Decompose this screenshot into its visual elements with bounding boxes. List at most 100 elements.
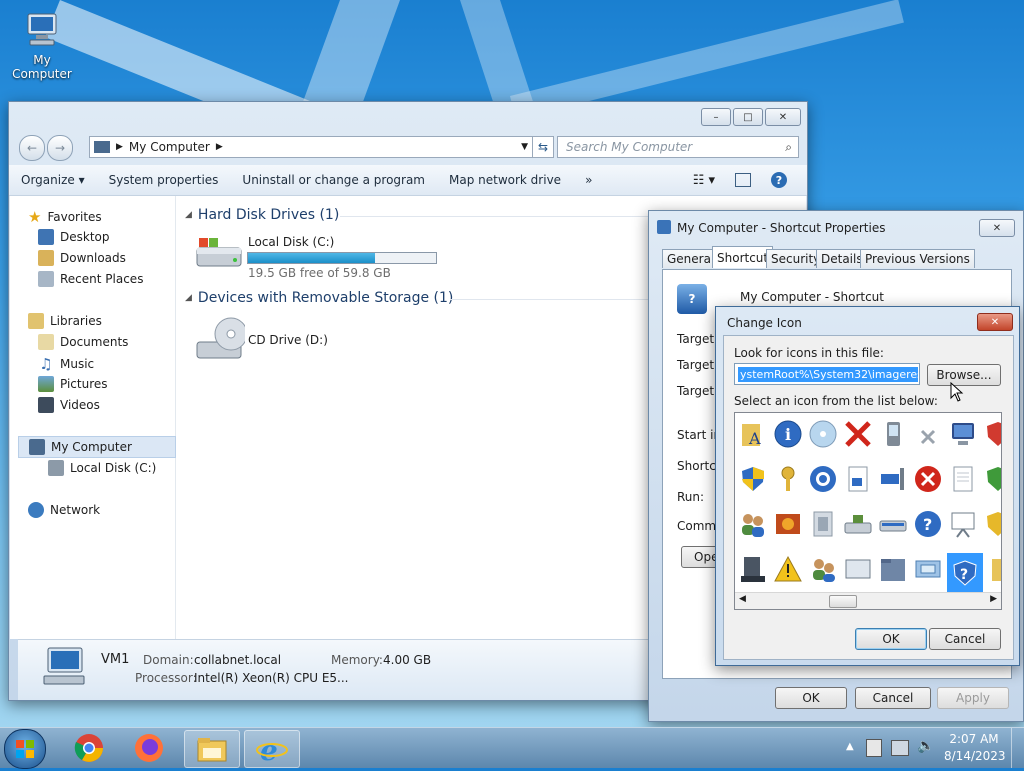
apply-button[interactable]: Apply bbox=[937, 687, 1009, 709]
map-network-drive-button[interactable]: Map network drive bbox=[437, 173, 573, 187]
users-icon[interactable] bbox=[737, 508, 769, 540]
taskbar-explorer[interactable] bbox=[184, 730, 240, 768]
preview-pane-icon[interactable] bbox=[735, 173, 751, 187]
taskbar-ie[interactable]: e bbox=[244, 730, 300, 768]
help-icon[interactable]: ? bbox=[912, 508, 944, 540]
gray-x-icon[interactable] bbox=[912, 418, 944, 450]
cancel-button[interactable]: Cancel bbox=[929, 628, 1001, 650]
ok-button[interactable]: OK bbox=[775, 687, 847, 709]
volume-icon[interactable]: 🔈 bbox=[917, 738, 934, 754]
address-path[interactable]: My Computer bbox=[129, 140, 210, 154]
taskbar-chrome[interactable] bbox=[62, 730, 116, 766]
scanner-icon[interactable] bbox=[877, 508, 909, 540]
warning-icon[interactable] bbox=[772, 553, 804, 585]
nav-network[interactable]: Network bbox=[28, 502, 100, 518]
dvd-icon[interactable] bbox=[807, 418, 839, 450]
tab-general[interactable]: General bbox=[662, 249, 720, 268]
network-tray-icon[interactable] bbox=[891, 740, 909, 756]
shield-icon[interactable] bbox=[982, 418, 1001, 450]
cancel-button[interactable]: Cancel bbox=[855, 687, 931, 709]
views-icon[interactable]: ☷ ▾ bbox=[693, 173, 715, 188]
forward-button[interactable]: → bbox=[47, 135, 73, 161]
browse-button[interactable]: Browse... bbox=[927, 364, 1001, 386]
ok-button[interactable]: OK bbox=[855, 628, 927, 650]
group-removable-storage[interactable]: ◢ Devices with Removable Storage (1) bbox=[185, 290, 453, 306]
action-center-icon[interactable] bbox=[866, 739, 882, 757]
error-icon[interactable] bbox=[912, 463, 944, 495]
close-button[interactable]: ✕ bbox=[979, 219, 1015, 237]
red-x-icon[interactable] bbox=[842, 418, 874, 450]
dropdown-arrow-icon[interactable]: ▼ bbox=[521, 142, 528, 152]
folder-icon[interactable] bbox=[877, 553, 909, 585]
uac-shield-icon[interactable] bbox=[737, 463, 769, 495]
search-input[interactable]: Search My Computer ⌕ bbox=[557, 136, 799, 158]
minimize-button[interactable]: – bbox=[701, 108, 731, 126]
font-folder-icon[interactable]: A bbox=[737, 418, 769, 450]
desktop-icon-my-computer[interactable]: My Computer bbox=[2, 10, 82, 81]
nav-favorites[interactable]: ★ Favorites bbox=[28, 208, 102, 226]
cd-drive-name[interactable]: CD Drive (D:) bbox=[248, 333, 328, 347]
icon-file-input[interactable]: ystemRoot%\System32\imageres.dll bbox=[734, 363, 920, 385]
nav-local-disk[interactable]: Local Disk (C:) bbox=[48, 460, 156, 476]
user-accounts-icon[interactable] bbox=[807, 553, 839, 585]
horizontal-scrollbar[interactable]: ◀ ▶ bbox=[735, 592, 1001, 609]
system-properties-button[interactable]: System properties bbox=[97, 173, 231, 187]
folder-partial-icon[interactable] bbox=[988, 553, 1001, 585]
tab-previous-versions[interactable]: Previous Versions bbox=[860, 249, 975, 268]
green-shield-icon[interactable] bbox=[982, 463, 1001, 495]
maximize-button[interactable]: □ bbox=[733, 108, 763, 126]
monitor-icon[interactable] bbox=[947, 418, 979, 450]
tab-shortcut[interactable]: Shortcut bbox=[712, 246, 774, 268]
display-icon[interactable] bbox=[912, 553, 944, 585]
scroll-left-icon[interactable]: ◀ bbox=[739, 594, 746, 604]
key-icon[interactable] bbox=[772, 463, 804, 495]
uninstall-program-button[interactable]: Uninstall or change a program bbox=[230, 173, 437, 187]
drive-c-name[interactable]: Local Disk (C:) bbox=[248, 235, 334, 249]
close-button[interactable]: ✕ bbox=[765, 108, 801, 126]
network-adapter-icon[interactable] bbox=[877, 463, 909, 495]
blank-page-icon[interactable] bbox=[947, 463, 979, 495]
collapse-icon[interactable]: ◢ bbox=[185, 210, 192, 220]
network-globe-icon[interactable] bbox=[807, 463, 839, 495]
icon-list[interactable]: A i ? ? ◀ ▶ bbox=[734, 412, 1002, 610]
taskbar-firefox[interactable] bbox=[122, 730, 176, 766]
address-bar[interactable]: ▶ My Computer ▶ ▼ bbox=[89, 136, 533, 158]
nav-pictures[interactable]: Pictures bbox=[38, 376, 108, 392]
scroll-right-icon[interactable]: ▶ bbox=[990, 594, 997, 604]
scrollbar-thumb[interactable] bbox=[829, 595, 857, 608]
more-commands-button[interactable]: » bbox=[573, 173, 604, 187]
presentation-icon[interactable] bbox=[947, 508, 979, 540]
clock[interactable]: 2:07 AM 8/14/2023 bbox=[944, 731, 1006, 765]
nav-music[interactable]: ♫ Music bbox=[38, 355, 94, 373]
library-icon[interactable] bbox=[807, 508, 839, 540]
selected-shield-help-icon[interactable]: ? bbox=[947, 553, 983, 593]
organize-menu[interactable]: Organize ▾ bbox=[9, 173, 97, 187]
show-desktop-button[interactable] bbox=[1011, 728, 1024, 768]
start-button[interactable] bbox=[4, 729, 46, 769]
refresh-button[interactable]: ⇆ bbox=[532, 136, 554, 158]
back-button[interactable]: ← bbox=[19, 135, 45, 161]
window-icon[interactable] bbox=[842, 553, 874, 585]
drive-icon[interactable] bbox=[842, 508, 874, 540]
pda-icon[interactable] bbox=[877, 418, 909, 450]
nav-downloads[interactable]: Downloads bbox=[38, 250, 126, 266]
nav-my-computer[interactable]: My Computer bbox=[18, 436, 176, 458]
icon-file-path[interactable]: ystemRoot%\System32\imageres.dll bbox=[738, 366, 918, 382]
nav-libraries[interactable]: Libraries bbox=[28, 313, 102, 329]
nav-videos[interactable]: Videos bbox=[38, 397, 100, 413]
show-hidden-icons-button[interactable]: ▲ bbox=[846, 741, 854, 752]
server-icon[interactable] bbox=[737, 553, 769, 585]
document-icon[interactable] bbox=[842, 463, 874, 495]
help-icon[interactable]: ? bbox=[771, 172, 787, 188]
picture-icon[interactable] bbox=[772, 508, 804, 540]
nav-documents[interactable]: Documents bbox=[38, 334, 128, 350]
yellow-shield-icon[interactable] bbox=[982, 508, 1001, 540]
info-icon[interactable]: i bbox=[772, 418, 804, 450]
nav-desktop[interactable]: Desktop bbox=[38, 229, 110, 245]
close-button[interactable]: ✕ bbox=[977, 313, 1013, 331]
collapse-icon[interactable]: ◢ bbox=[185, 293, 192, 303]
nav-recent-places[interactable]: Recent Places bbox=[38, 271, 143, 287]
breadcrumb-arrow-icon[interactable]: ▶ bbox=[216, 142, 223, 152]
search-icon[interactable]: ⌕ bbox=[785, 140, 792, 155]
group-hard-disk-drives[interactable]: ◢ Hard Disk Drives (1) bbox=[185, 207, 339, 223]
